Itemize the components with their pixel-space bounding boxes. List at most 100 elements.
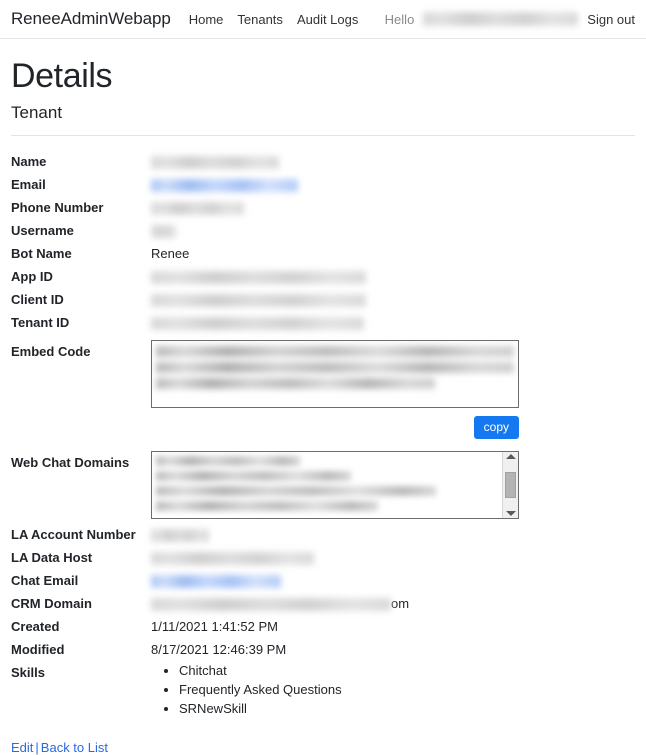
- field-label-name: Name: [11, 154, 47, 170]
- field-row-web-chat-domains: Web Chat Domains redacted: [11, 451, 635, 520]
- copy-embed-code-button[interactable]: copy: [473, 416, 519, 440]
- field-value-chat-email: redacted@gmail.com: [151, 569, 635, 592]
- app-id-redacted: redacted: [151, 271, 366, 285]
- field-label-created: Created: [11, 619, 60, 635]
- field-value-bot-name: Renee: [151, 246, 190, 262]
- app-brand-link[interactable]: ReneeAdminWebapp: [11, 9, 171, 29]
- field-value-email: redacted@company.com: [151, 173, 635, 196]
- field-row-app-id: App ID redacted: [11, 265, 635, 288]
- page-subtitle: Tenant: [11, 103, 63, 123]
- la-account-number-redacted: redacted: [151, 529, 209, 543]
- nav-link-audit-logs[interactable]: Audit Logs: [297, 12, 358, 27]
- field-label-bot-name: Bot Name: [11, 246, 72, 262]
- user-nav: Hello redacted@company.com Sign out: [385, 12, 635, 27]
- embed-code-line: [156, 378, 436, 390]
- field-label-web-chat-domains: Web Chat Domains: [11, 455, 130, 471]
- crm-domain-visible-tail: om: [391, 596, 410, 612]
- link-separator: |: [35, 740, 39, 755]
- top-navbar: ReneeAdminWebapp Home Tenants Audit Logs…: [0, 0, 646, 39]
- field-label-modified: Modified: [11, 642, 65, 658]
- field-label-skills: Skills: [11, 665, 45, 681]
- field-label-client-id: Client ID: [11, 292, 64, 308]
- field-label-tenant-id: Tenant ID: [11, 315, 70, 331]
- embed-code-redacted-content: redacted: [156, 344, 514, 390]
- domain-line: redacted: [156, 456, 300, 467]
- page-container: Details Tenant Name redacted Email redac…: [0, 57, 646, 755]
- web-chat-domains-redacted-lines: redacted: [156, 456, 498, 512]
- field-row-la-account-number: LA Account Number redacted: [11, 523, 635, 546]
- tenant-id-redacted: redacted: [151, 317, 364, 331]
- list-item: Frequently Asked Questions: [179, 680, 635, 699]
- field-label-email: Email: [11, 177, 46, 193]
- field-row-email: Email redacted@company.com: [11, 173, 635, 196]
- edit-link[interactable]: Edit: [11, 740, 33, 755]
- field-value-app-id: redacted: [151, 265, 635, 288]
- field-row-bot-name: Bot Name Renee: [11, 242, 635, 265]
- field-value-embed-code: redacted copy: [151, 340, 635, 440]
- field-row-chat-email: Chat Email redacted@gmail.com: [11, 569, 635, 592]
- field-value-skills: Chitchat Frequently Asked Questions SRNe…: [151, 661, 635, 718]
- field-row-tenant-id: Tenant ID redacted: [11, 311, 635, 334]
- page-title: Details: [11, 57, 113, 95]
- client-id-redacted: redacted: [151, 294, 366, 308]
- username-redacted: redacted: [151, 225, 176, 239]
- field-label-chat-email: Chat Email: [11, 573, 79, 589]
- embed-code-textarea[interactable]: redacted: [151, 340, 519, 409]
- field-row-phone-number: Phone Number redacted: [11, 196, 635, 219]
- field-row-created: Created 1/11/2021 1:41:52 PM: [11, 615, 635, 638]
- primary-nav: Home Tenants Audit Logs: [189, 12, 359, 27]
- title-divider: [11, 135, 635, 137]
- nav-link-home[interactable]: Home: [189, 12, 224, 27]
- field-row-name: Name redacted: [11, 150, 635, 173]
- skills-list: Chitchat Frequently Asked Questions SRNe…: [151, 661, 635, 718]
- user-email-redacted: redacted@company.com: [423, 12, 579, 26]
- sign-out-link[interactable]: Sign out: [587, 12, 635, 27]
- field-row-la-data-host: LA Data Host redacted: [11, 546, 635, 569]
- field-value-username: redacted: [151, 219, 635, 242]
- footer-action-links: Edit | Back to List: [11, 740, 635, 755]
- field-value-la-data-host: redacted: [151, 546, 635, 569]
- field-label-la-data-host: LA Data Host: [11, 550, 93, 566]
- field-label-la-account-number: LA Account Number: [11, 527, 136, 543]
- field-label-username: Username: [11, 223, 74, 239]
- email-redacted-link[interactable]: redacted@company.com: [151, 179, 298, 193]
- field-value-client-id: redacted: [151, 288, 635, 311]
- la-data-host-redacted: redacted: [151, 552, 314, 566]
- crm-domain-redacted: redacted: [151, 598, 391, 612]
- domain-line: [156, 486, 437, 497]
- field-value-modified: 8/17/2021 12:46:39 PM: [151, 642, 287, 658]
- nav-link-tenants[interactable]: Tenants: [237, 12, 283, 27]
- field-value-phone-number: redacted: [151, 196, 635, 219]
- greeting-text: Hello: [384, 11, 415, 27]
- embed-code-line: [156, 362, 514, 374]
- field-value-name: redacted: [151, 150, 635, 173]
- field-label-phone-number: Phone Number: [11, 200, 104, 216]
- scroll-up-arrow-icon[interactable]: [505, 454, 516, 460]
- field-value-created: 1/11/2021 1:41:52 PM: [151, 619, 278, 635]
- field-row-skills: Skills Chitchat Frequently Asked Questio…: [11, 661, 635, 718]
- web-chat-domains-content: redacted: [152, 452, 502, 518]
- web-chat-domains-scrollbar[interactable]: [502, 452, 518, 519]
- phone-redacted: redacted: [151, 202, 244, 216]
- embed-code-line: redacted: [156, 346, 514, 358]
- field-label-embed-code: Embed Code: [11, 344, 91, 360]
- scrollbar-thumb[interactable]: [505, 472, 516, 499]
- field-value-tenant-id: redacted: [151, 311, 635, 334]
- chat-email-redacted-link[interactable]: redacted@gmail.com: [151, 575, 281, 589]
- list-item: SRNewSkill: [179, 699, 635, 718]
- scroll-down-arrow-icon[interactable]: [505, 511, 516, 517]
- web-chat-domains-textarea[interactable]: redacted: [151, 451, 519, 520]
- field-value-web-chat-domains: redacted: [151, 451, 635, 520]
- tenant-details-list: Name redacted Email redacted@company.com…: [11, 150, 635, 718]
- field-value-la-account-number: redacted: [151, 523, 635, 546]
- field-value-crm-domain: redactedom: [151, 592, 635, 615]
- name-redacted: redacted: [151, 156, 279, 170]
- copy-button-row: copy: [151, 416, 519, 440]
- domain-line: [156, 501, 379, 512]
- list-item: Chitchat: [179, 661, 635, 680]
- field-row-client-id: Client ID redacted: [11, 288, 635, 311]
- field-row-embed-code: Embed Code redacted copy: [11, 340, 635, 440]
- back-to-list-link[interactable]: Back to List: [41, 740, 108, 755]
- field-row-crm-domain: CRM Domain redactedom: [11, 592, 635, 615]
- field-label-app-id: App ID: [11, 269, 53, 285]
